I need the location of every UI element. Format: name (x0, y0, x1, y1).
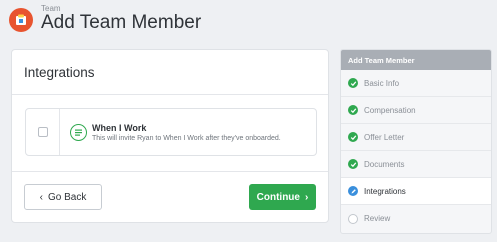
page-header: Team Add Team Member (0, 0, 497, 44)
step-offer-letter[interactable]: Offer Letter (341, 124, 491, 151)
chevron-right-icon: › (304, 191, 309, 203)
check-circle-icon (348, 132, 358, 142)
integration-checkbox-cell[interactable] (26, 109, 60, 155)
step-label: Review (364, 214, 391, 223)
empty-circle-icon (348, 213, 358, 224)
steps-title: Add Team Member (341, 50, 491, 70)
card-title: Integrations (24, 64, 95, 80)
integration-row-when-i-work[interactable]: When I Work This will invite Ryan to Whe… (25, 108, 317, 156)
integration-info: When I Work This will invite Ryan to Whe… (60, 109, 281, 155)
check-circle-icon (348, 105, 358, 115)
card-divider (12, 171, 328, 172)
go-back-button[interactable]: ‹ Go Back (24, 184, 102, 210)
chevron-left-icon: ‹ (39, 191, 43, 203)
step-review[interactable]: Review (341, 205, 491, 232)
integration-name: When I Work (92, 122, 147, 133)
page-title: Add Team Member (41, 12, 202, 33)
integration-description: This will invite Ryan to When I Work aft… (92, 134, 281, 142)
card-header: Integrations (12, 50, 328, 95)
list-circle-icon (70, 123, 87, 141)
team-logo-icon (9, 8, 33, 32)
check-circle-icon (348, 159, 358, 169)
step-label: Integrations (364, 186, 406, 196)
continue-label: Continue (256, 191, 300, 203)
step-label: Offer Letter (364, 132, 405, 142)
step-label: Documents (364, 159, 405, 169)
steps-panel: Add Team Member Basic Info Compensation … (340, 49, 492, 234)
step-compensation[interactable]: Compensation (341, 97, 491, 124)
step-basic-info[interactable]: Basic Info (341, 70, 491, 97)
continue-button[interactable]: Continue › (249, 184, 316, 210)
integrations-card: Integrations When I Work This will invit… (11, 49, 329, 223)
step-integrations[interactable]: Integrations (341, 178, 491, 205)
integration-checkbox[interactable] (37, 127, 48, 137)
step-label: Compensation (364, 105, 416, 115)
check-circle-icon (348, 78, 358, 88)
go-back-label: Go Back (47, 191, 87, 203)
step-documents[interactable]: Documents (341, 151, 491, 178)
step-label: Basic Info (364, 78, 400, 88)
pencil-circle-icon (348, 186, 358, 196)
